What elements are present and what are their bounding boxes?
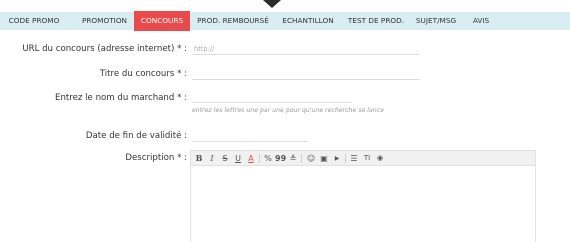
tab-echantillon[interactable]: ECHANTILLON	[279, 12, 337, 30]
emoji-icon[interactable]: ☺	[306, 153, 316, 164]
video-icon[interactable]: ▶	[332, 153, 342, 164]
bold-button[interactable]: B	[194, 153, 204, 164]
end-date-label: Date de fin de validité :	[85, 131, 187, 141]
link-icon[interactable]: %	[263, 153, 273, 164]
caret-pointer-icon	[263, 0, 281, 8]
url-placeholder: http://	[194, 45, 215, 53]
list-icon[interactable]: ☰	[349, 153, 359, 164]
title-input[interactable]	[192, 69, 420, 80]
font-size-icon[interactable]: TI	[362, 153, 372, 164]
tab-prod-rembourse[interactable]: PROD. REMBOURSÉ	[196, 12, 270, 30]
merchant-input[interactable]	[192, 92, 352, 103]
quote-icon[interactable]: 99	[275, 153, 286, 164]
toolbar-divider	[301, 154, 302, 163]
tab-avis[interactable]: AVIS	[466, 12, 496, 30]
preview-eye-icon[interactable]: ◉	[375, 153, 385, 164]
tab-concours[interactable]: CONCOURS	[134, 11, 190, 31]
title-label: Titre du concours * :	[99, 69, 187, 79]
tab-code-promo[interactable]: CODE PROMO	[4, 12, 64, 30]
text-color-button[interactable]: A	[246, 153, 256, 164]
url-label: URL du concours (adresse internet) * :	[22, 44, 187, 54]
tab-promotion[interactable]: PROMOTION	[77, 12, 132, 30]
merchant-hint: entrez les lettres une par une pour qu'u…	[192, 107, 384, 114]
description-editor[interactable]: B I S U A % 99 ≜ ☺ ▣ ▶ ☰ TI ◉	[190, 150, 536, 242]
tab-sujet-msg[interactable]: SUJET/MSG	[412, 12, 460, 30]
merchant-label: Entrez le nom du marchand * :	[55, 93, 187, 103]
underline-button[interactable]: U	[233, 153, 243, 164]
image-icon[interactable]: ▣	[319, 153, 329, 164]
editor-toolbar: B I S U A % 99 ≜ ☺ ▣ ▶ ☰ TI ◉	[191, 151, 535, 166]
toolbar-divider	[345, 154, 346, 163]
url-input[interactable]: http://	[192, 44, 420, 55]
tab-test-de-prod[interactable]: TEST DE PROD.	[346, 12, 406, 30]
align-icon[interactable]: ≜	[288, 153, 298, 164]
italic-button[interactable]: I	[207, 153, 217, 164]
toolbar-divider	[259, 154, 260, 163]
strikethrough-button[interactable]: S	[220, 153, 230, 164]
end-date-input[interactable]	[192, 131, 308, 142]
category-tabs: CODE PROMO PROMOTION CONCOURS PROD. REMB…	[0, 11, 570, 31]
description-label: Description * :	[125, 153, 187, 163]
